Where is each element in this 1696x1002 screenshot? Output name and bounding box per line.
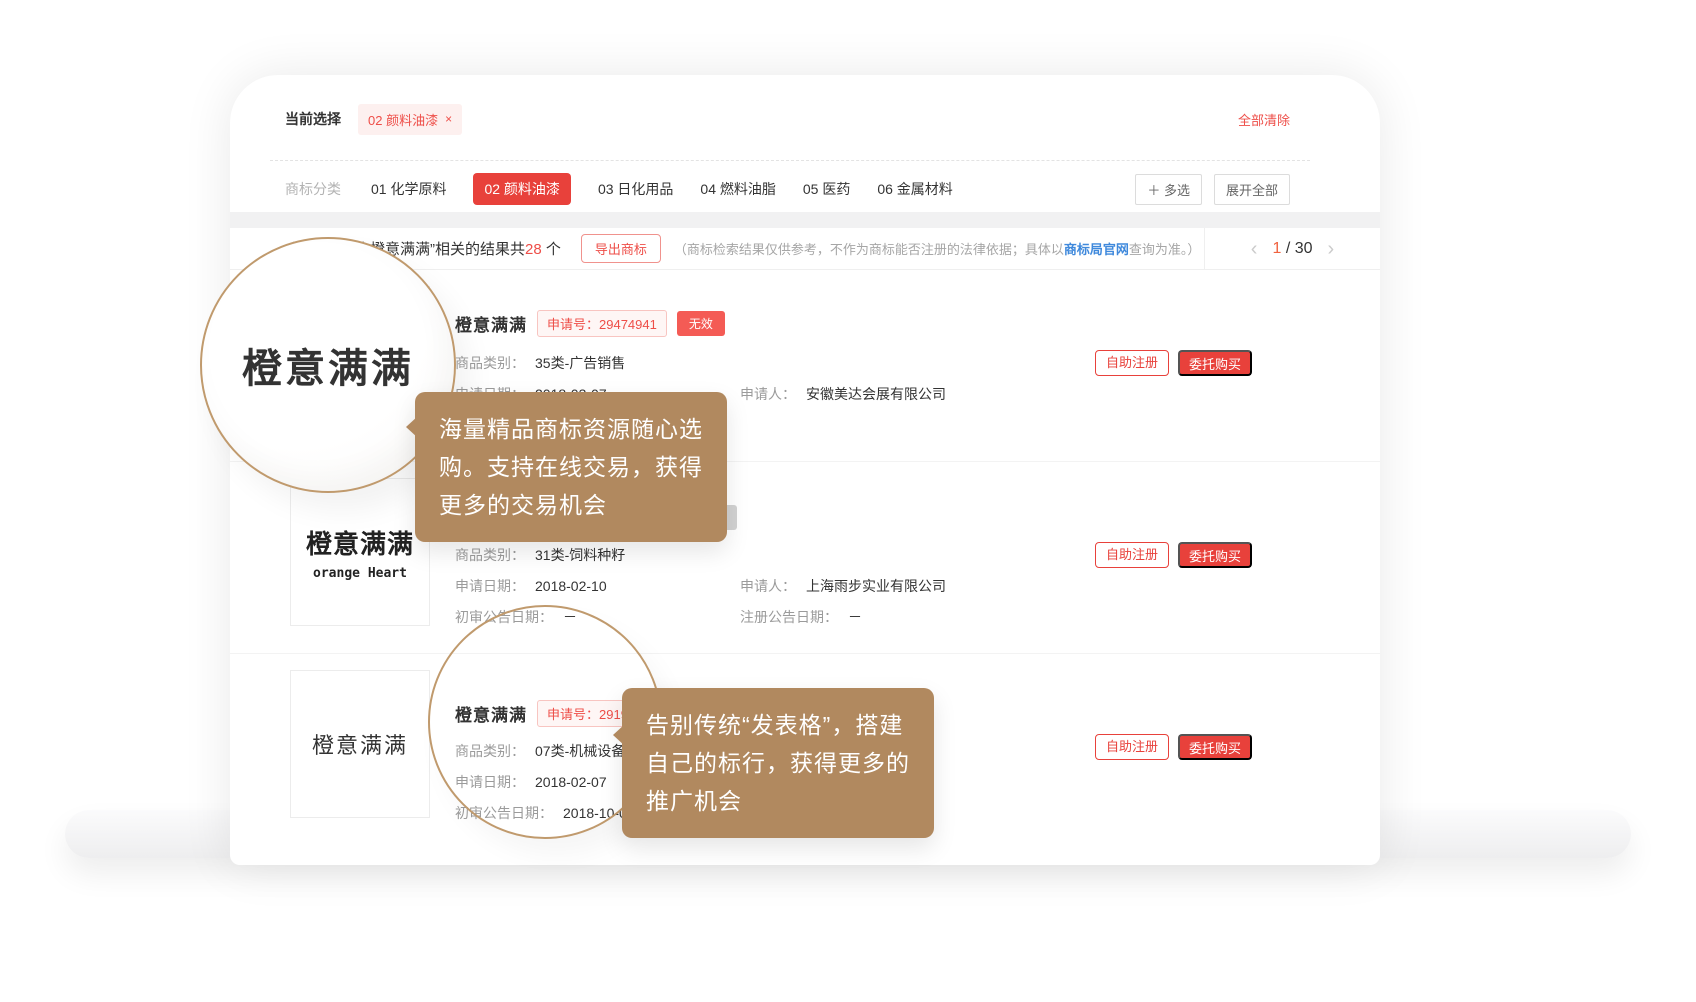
field-label: 申请人： bbox=[740, 578, 796, 594]
page-indicator: 1 / 30 bbox=[1272, 240, 1312, 258]
tooltip-line: 更多的交易机会 bbox=[439, 486, 703, 524]
self-register-button[interactable]: 自助注册 bbox=[1095, 350, 1169, 376]
self-register-button[interactable]: 自助注册 bbox=[1095, 734, 1169, 760]
divider bbox=[270, 160, 1310, 161]
prev-page-icon[interactable]: ‹ bbox=[1251, 239, 1258, 259]
close-icon[interactable]: × bbox=[445, 112, 452, 126]
results-count: 28 bbox=[525, 241, 542, 258]
field-value: 31类-饲料种籽 bbox=[535, 547, 625, 563]
field-label: 注册公告日期： bbox=[740, 609, 838, 625]
trademark-image-text: 橙意满满 bbox=[306, 524, 414, 561]
category-tab-04[interactable]: 04 燃料油脂 bbox=[700, 173, 775, 205]
expand-all-button[interactable]: 展开全部 bbox=[1214, 174, 1290, 205]
multi-select-button[interactable]: ＋ 多选 bbox=[1135, 174, 1202, 205]
entrust-purchase-button[interactable]: 委托购买 bbox=[1178, 350, 1252, 376]
tooltip-arrow-left bbox=[602, 724, 625, 746]
field-value: 上海雨步实业有限公司 bbox=[806, 578, 946, 594]
field-label: 商品类别： bbox=[455, 355, 525, 371]
magnified-trademark-text: 橙意满满 bbox=[242, 336, 414, 394]
application-number-badge: 申请号：29474941 bbox=[537, 310, 667, 337]
pagination: ‹ 1 / 30 › bbox=[1204, 228, 1380, 270]
tooltip-line: 自己的标行，获得更多的 bbox=[646, 744, 910, 782]
trademark-image-3: 橙意满满 bbox=[290, 670, 430, 818]
status-badge-invalid: 无效 bbox=[677, 311, 725, 336]
category-tab-03[interactable]: 03 日化用品 bbox=[598, 173, 673, 205]
laptop-mockup: 当前选择 02 颜料油漆 × 全部清除 商标分类 01 化学原料 02 颜料油漆… bbox=[0, 0, 1696, 1002]
trademark-image-subtext: orange Heart bbox=[313, 566, 407, 581]
field-label: 商品类别： bbox=[455, 547, 525, 563]
field-value: 2018-02-10 bbox=[535, 578, 607, 594]
field-label: 申请日期： bbox=[455, 578, 525, 594]
trademark-image-2: 橙意满满 orange Heart bbox=[290, 478, 430, 626]
category-label: 商标分类 bbox=[285, 179, 341, 199]
tooltip-arrow-left bbox=[395, 416, 418, 438]
entrust-purchase-button[interactable]: 委托购买 bbox=[1178, 734, 1252, 760]
field-value: 安徽美达会展有限公司 bbox=[806, 386, 946, 402]
category-tab-01[interactable]: 01 化学原料 bbox=[371, 173, 446, 205]
self-register-button[interactable]: 自助注册 bbox=[1095, 542, 1169, 568]
entrust-purchase-button[interactable]: 委托购买 bbox=[1178, 542, 1252, 568]
category-tab-05[interactable]: 05 医药 bbox=[803, 173, 850, 205]
category-tab-06[interactable]: 06 金属材料 bbox=[877, 173, 952, 205]
category-tab-02-selected[interactable]: 02 颜料油漆 bbox=[473, 173, 570, 205]
export-trademarks-button[interactable]: 导出商标 bbox=[581, 234, 661, 263]
current-selection-label: 当前选择 bbox=[285, 109, 341, 129]
filter-header: 当前选择 02 颜料油漆 × 全部清除 商标分类 01 化学原料 02 颜料油漆… bbox=[230, 75, 1380, 212]
tooltip-line: 购。支持在线交易，获得 bbox=[439, 448, 703, 486]
trademark-name: 橙意满满 bbox=[455, 311, 527, 336]
disclaimer-text: （商标检索结果仅供参考，不作为商标能否注册的法律依据；具体以商标局官网查询为准。… bbox=[674, 239, 1201, 258]
field-value: 35类-广告销售 bbox=[535, 355, 625, 371]
result-row-2: 橙意满满 orange Heart 橙意满满 申请号：29482153 已注册 … bbox=[230, 462, 1380, 654]
selected-filter-tag-text: 02 颜料油漆 bbox=[368, 110, 438, 129]
next-page-icon[interactable]: › bbox=[1328, 239, 1335, 259]
field-value: － bbox=[848, 609, 862, 625]
trademark-office-link[interactable]: 商标局官网 bbox=[1064, 242, 1129, 257]
tooltip-line: 海量精品商标资源随心选 bbox=[439, 410, 703, 448]
clear-all-button[interactable]: 全部清除 bbox=[1238, 110, 1290, 129]
field-label: 申请人： bbox=[740, 386, 796, 402]
tooltip-line: 告别传统“发表格”，搭建 bbox=[646, 706, 910, 744]
tooltip-promotion: 告别传统“发表格”，搭建 自己的标行，获得更多的 推广机会 bbox=[622, 688, 934, 838]
trademark-image-text: 橙意满满 bbox=[312, 728, 408, 760]
selected-filter-tag[interactable]: 02 颜料油漆 × bbox=[358, 104, 462, 135]
tooltip-line: 推广机会 bbox=[646, 782, 910, 820]
tooltip-marketplace: 海量精品商标资源随心选 购。支持在线交易，获得 更多的交易机会 bbox=[415, 392, 727, 542]
